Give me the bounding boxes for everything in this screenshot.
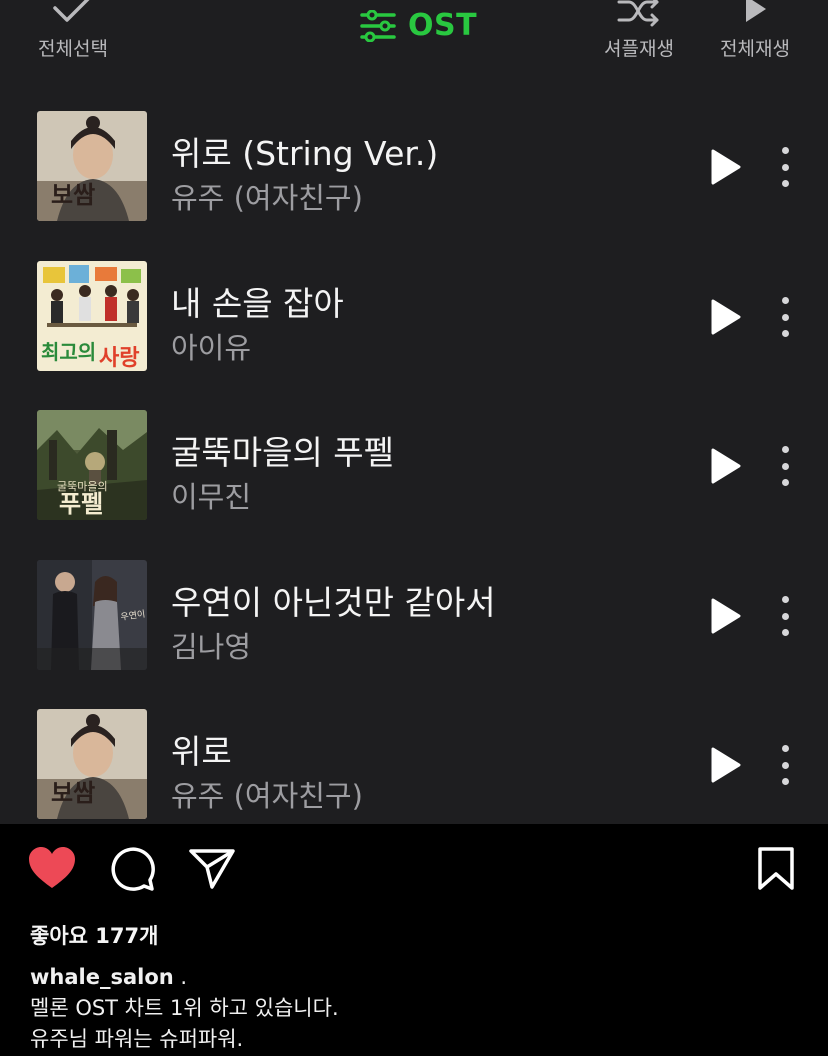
album-cover: 보쌈	[37, 111, 147, 221]
play-all-button[interactable]: 전체재생	[712, 0, 798, 61]
track-title: 위로 (String Ver.)	[171, 134, 439, 173]
sliders-icon	[360, 9, 396, 42]
track-row[interactable]: 보쌈 위로 (String Ver.) 유주 (여자친구)	[0, 111, 828, 223]
track-row[interactable]: 보쌈 위로 유주 (여자친구)	[0, 709, 828, 821]
boksam-album-art-icon: 보쌈	[37, 709, 147, 819]
svg-text:보쌈: 보쌈	[51, 180, 95, 209]
melon-screenshot: 전체선택 OST 셔플재생 전체재생 보쌈 위로 (String Ver.) 유…	[0, 0, 828, 824]
svg-text:푸펠: 푸펠	[59, 489, 103, 518]
play-all-label: 전체재생	[720, 38, 790, 60]
track-title: 위로	[171, 732, 232, 771]
playlist-toolbar: 전체선택 OST 셔플재생 전체재생	[0, 0, 828, 70]
play-icon	[746, 0, 766, 22]
ost-filter-button[interactable]: OST	[360, 8, 477, 43]
play-icon[interactable]	[710, 299, 742, 335]
track-row[interactable]: 굴뚝마을의 푸펠 굴뚝마을의 푸펠 이무진	[0, 410, 828, 522]
post-action-bar	[0, 846, 828, 896]
track-artist: 유주 (여자친구)	[171, 779, 363, 813]
more-options-icon[interactable]	[776, 446, 794, 486]
ost-filter-label: OST	[408, 8, 478, 43]
username-suffix: .	[173, 965, 188, 989]
track-artist: 김나영	[171, 630, 252, 664]
username-link[interactable]: whale_salon	[30, 965, 174, 989]
best-love-album-art-icon: 최고의 사랑	[37, 261, 147, 371]
play-icon[interactable]	[710, 747, 742, 783]
caption-line: 유주님 파워는 슈퍼파워.	[30, 1027, 244, 1051]
shuffle-play-label: 셔플재생	[604, 38, 674, 60]
select-all-label: 전체선택	[38, 38, 108, 60]
comment-icon[interactable]	[108, 846, 156, 892]
instagram-post-footer: 좋아요 177개 whale_salon . 멜론 OST 차트 1위 하고 있…	[0, 824, 828, 1056]
post-caption: whale_salon . 멜론 OST 차트 1위 하고 있습니다. 유주님 …	[30, 962, 339, 1055]
track-artist: 유주 (여자친구)	[171, 181, 363, 215]
album-cover: 굴뚝마을의 푸펠	[37, 410, 147, 520]
shuffle-icon	[617, 0, 659, 27]
svg-text:최고의: 최고의	[41, 340, 96, 364]
more-options-icon[interactable]	[776, 297, 794, 337]
track-row[interactable]: 최고의 사랑 내 손을 잡아 아이유	[0, 261, 828, 373]
album-cover: 우연이	[37, 560, 147, 670]
album-cover: 최고의 사랑	[37, 261, 147, 371]
more-options-icon[interactable]	[776, 147, 794, 187]
boksam-album-art-icon: 보쌈	[37, 111, 147, 221]
more-options-icon[interactable]	[776, 745, 794, 785]
poupelle-album-art-icon: 굴뚝마을의 푸펠	[37, 410, 147, 520]
more-options-icon[interactable]	[776, 596, 794, 636]
bookmark-icon[interactable]	[756, 846, 796, 892]
svg-text:보쌈: 보쌈	[51, 778, 95, 807]
play-icon[interactable]	[710, 598, 742, 634]
share-icon[interactable]	[188, 846, 236, 890]
album-cover: 보쌈	[37, 709, 147, 819]
track-title: 내 손을 잡아	[171, 284, 344, 323]
play-icon[interactable]	[710, 149, 742, 185]
track-artist: 이무진	[171, 480, 252, 514]
track-title: 우연이 아닌것만 같아서	[171, 583, 496, 622]
select-all-button[interactable]: 전체선택	[30, 0, 116, 61]
play-icon[interactable]	[710, 448, 742, 484]
drama-ost-album-art-icon: 우연이	[37, 560, 147, 670]
track-row[interactable]: 우연이 우연이 아닌것만 같아서 김나영	[0, 560, 828, 672]
track-artist: 아이유	[171, 331, 252, 365]
track-title: 굴뚝마을의 푸펠	[171, 433, 395, 472]
heart-icon[interactable]	[28, 846, 76, 890]
shuffle-play-button[interactable]: 셔플재생	[596, 0, 682, 61]
like-count[interactable]: 좋아요 177개	[30, 920, 158, 950]
checkmark-icon	[53, 0, 90, 22]
caption-line: 멜론 OST 차트 1위 하고 있습니다.	[30, 996, 339, 1020]
svg-text:사랑: 사랑	[99, 346, 139, 371]
